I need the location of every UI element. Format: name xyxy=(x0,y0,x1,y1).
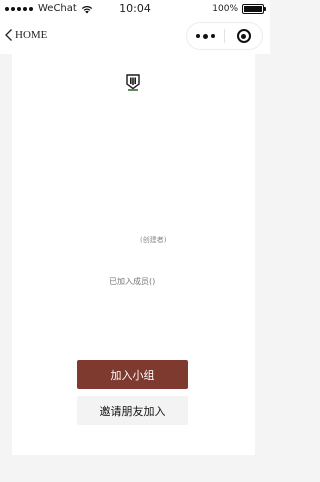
members-label: 已加入成员() xyxy=(109,277,156,286)
navigation-bar: HOME xyxy=(0,18,270,54)
back-label: HOME xyxy=(15,29,48,41)
group-card: (创建者) 已加入成员() 加入小组 邀请朋友加入 xyxy=(12,54,255,455)
chevron-left-icon xyxy=(5,29,12,41)
close-capsule-button[interactable] xyxy=(225,23,262,49)
mini-program-capsule xyxy=(187,23,262,49)
join-group-button[interactable]: 加入小组 xyxy=(77,360,188,389)
dot xyxy=(203,33,208,39)
dot xyxy=(196,34,200,38)
battery-group: 100% xyxy=(212,3,266,15)
close-target-icon xyxy=(236,29,251,43)
group-badge-icon xyxy=(126,74,140,91)
creator-note: (创建者) xyxy=(140,236,167,244)
status-bar: WeChat 10:04 100% xyxy=(0,0,270,18)
more-icon[interactable] xyxy=(187,23,224,49)
invite-friends-button[interactable]: 邀请朋友加入 xyxy=(77,396,188,425)
battery-percentage: 100% xyxy=(212,4,238,14)
battery-icon xyxy=(242,4,266,14)
dot xyxy=(211,34,215,38)
back-button[interactable]: HOME xyxy=(4,26,47,44)
